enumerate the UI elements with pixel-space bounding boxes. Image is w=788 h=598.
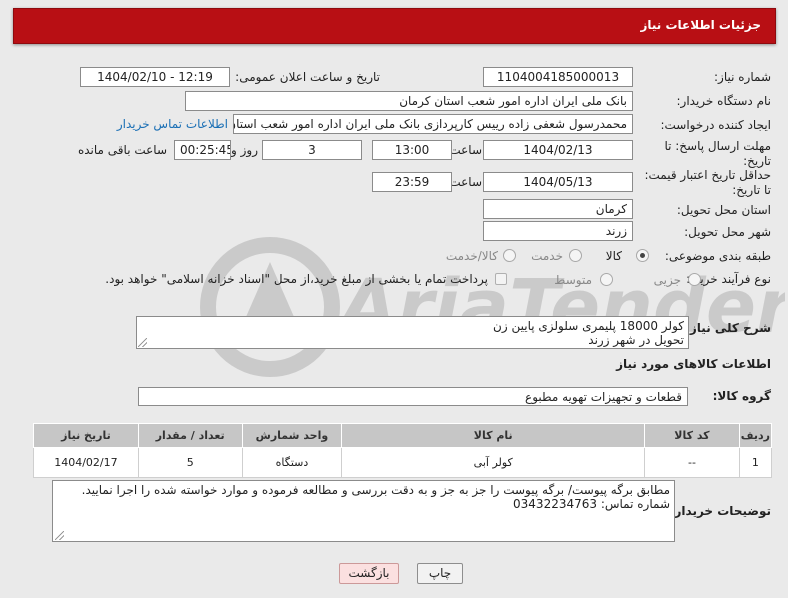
process-minor-radio[interactable] [688, 273, 701, 286]
price-validity-label: حداقل تاریخ اعتبار قیمت: تا تاریخ: [644, 168, 771, 197]
creator-field: محمدرسول شعفی زاده رییس کارپردازی بانک م… [233, 114, 633, 134]
col-name-header: نام کالا [341, 423, 646, 448]
cell-code: -- [644, 447, 740, 478]
city-label: شهر محل تحویل: [684, 225, 771, 239]
price-time-field: 23:59 [372, 172, 452, 192]
back-button[interactable]: بازگشت [339, 563, 399, 584]
category-label: طبقه بندی موضوعی: [664, 249, 771, 263]
reply-time-field: 13:00 [372, 140, 452, 160]
buyer-org-label: نام دستگاه خریدار: [676, 94, 772, 108]
cell-row: 1 [738, 447, 773, 478]
announce-label: تاریخ و ساعت اعلان عمومی: [235, 70, 380, 84]
treasury-payment-checkbox[interactable] [495, 273, 507, 285]
need-number-label: شماره نیاز: [714, 70, 771, 84]
remaining-label: ساعت باقی مانده [77, 143, 167, 157]
cell-unit: دستگاه [241, 447, 343, 478]
page-title: جزئیات اطلاعات نیاز [640, 18, 761, 32]
summary-label: شرح کلی نیاز: [685, 321, 771, 335]
category-goods-radio[interactable] [636, 249, 649, 262]
treasury-payment-note: پرداخت تمام یا بخشی از مبلغ خرید،از محل … [105, 272, 488, 286]
buyer-notes-textarea[interactable]: مطابق برگه پیوست/ برگه پیوست را جز به جز… [52, 480, 675, 542]
reply-date-field: 1404/02/13 [483, 140, 633, 160]
cell-name: کولر آبی [341, 447, 646, 478]
buyer-notes-label: توضیحات خریدار: [669, 504, 771, 518]
col-unit-header: واحد شمارش [241, 423, 343, 448]
remaining-time-field: 00:25:45 [174, 140, 231, 160]
process-minor-label: جزیی [653, 273, 681, 287]
announce-field: 1404/02/10 - 12:19 [80, 67, 230, 87]
process-medium-label: متوسط [554, 273, 592, 287]
days-label: روز و [231, 143, 258, 157]
need-number-field: 1104004185000013 [483, 67, 633, 87]
category-goods-service-label: کالا/خدمت [445, 249, 498, 263]
category-goods-label: کالا [605, 249, 622, 263]
category-service-radio[interactable] [569, 249, 582, 262]
goods-group-label: گروه کالا: [712, 389, 771, 403]
items-table: ردیف کد کالا نام کالا واحد شمارش تعداد /… [33, 423, 773, 478]
buyer-org-field: بانک ملی ایران اداره امور شعب استان کرما… [185, 91, 633, 111]
price-time-label: ساعت [449, 175, 482, 189]
reply-time-label: ساعت [449, 143, 482, 157]
buyer-contact-link[interactable]: اطلاعات تماس خریدار [117, 117, 228, 131]
creator-label: ایجاد کننده درخواست: [660, 118, 771, 132]
col-qty-header: تعداد / مقدار [137, 423, 243, 448]
page-header: جزئیات اطلاعات نیاز [13, 8, 776, 44]
days-field: 3 [262, 140, 362, 160]
goods-group-field: قطعات و تجهیزات تهویه مطبوع [138, 387, 688, 406]
table-row: 1 -- کولر آبی دستگاه 5 1404/02/17 [33, 447, 773, 478]
goods-info-title: اطلاعات کالاهای مورد نیاز [616, 357, 771, 371]
col-date-header: تاریخ نیاز [33, 423, 139, 448]
province-label: استان محل تحویل: [676, 203, 771, 217]
summary-textarea[interactable]: کولر 18000 پلیمری سلولزی پایین زن تحویل … [136, 316, 689, 349]
resize-handle-icon[interactable] [55, 531, 64, 540]
category-goods-service-radio[interactable] [503, 249, 516, 262]
cell-date: 1404/02/17 [33, 447, 139, 478]
print-button[interactable]: چاپ [417, 563, 463, 584]
province-field: کرمان [483, 199, 633, 219]
col-code-header: کد کالا [644, 423, 740, 448]
process-medium-radio[interactable] [600, 273, 613, 286]
city-field: زرند [483, 221, 633, 241]
price-date-field: 1404/05/13 [483, 172, 633, 192]
category-service-label: خدمت [531, 249, 563, 263]
cell-qty: 5 [137, 447, 243, 478]
reply-deadline-label: مهلت ارسال پاسخ: تا تاریخ: [664, 139, 771, 168]
resize-handle-icon[interactable] [138, 338, 147, 347]
table-header-row: ردیف کد کالا نام کالا واحد شمارش تعداد /… [33, 423, 773, 448]
col-row-header: ردیف [738, 423, 773, 448]
